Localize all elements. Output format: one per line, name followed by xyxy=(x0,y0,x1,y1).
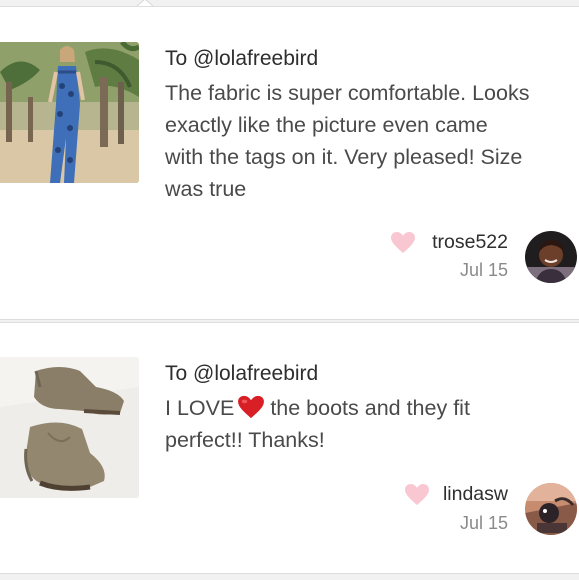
like-heart-icon[interactable] xyxy=(390,231,416,254)
comment-line: with the tags on it. Very pleased! Size xyxy=(165,145,523,169)
review-card: To @lolafreebird I LOVE the boots and the… xyxy=(0,322,579,574)
review-comment: The fabric is super comfortable. Looks e… xyxy=(165,77,577,205)
like-heart-icon[interactable] xyxy=(404,483,430,506)
listing-thumbnail[interactable] xyxy=(0,42,139,183)
recipient-line[interactable]: To @lolafreebird xyxy=(165,47,318,71)
reviewer-username[interactable]: lindasw xyxy=(443,483,508,506)
comment-line: was true xyxy=(165,177,247,201)
comment-line: perfect!! Thanks! xyxy=(165,428,325,452)
listing-thumbnail[interactable] xyxy=(0,357,139,498)
comment-text: the boots and they fit xyxy=(270,396,470,420)
model-jumpsuit-photo xyxy=(0,42,139,183)
review-card: To @lolafreebird The fabric is super com… xyxy=(0,6,579,320)
comment-line: I LOVE the boots and they fit xyxy=(165,392,577,424)
recipient-line[interactable]: To @lolafreebird xyxy=(165,362,318,386)
review-comment: I LOVE the boots and they fit perfect!! T… xyxy=(165,392,577,456)
user-avatar[interactable] xyxy=(525,483,577,535)
user-avatar-photo xyxy=(525,483,577,535)
review-date: Jul 15 xyxy=(459,260,508,280)
red-heart-emoji-icon xyxy=(238,395,265,419)
comment-line: The fabric is super comfortable. Looks xyxy=(165,81,530,105)
user-avatar[interactable] xyxy=(525,231,577,283)
comment-text: I LOVE xyxy=(165,396,235,420)
review-date: Jul 15 xyxy=(459,513,508,533)
reviewer-username[interactable]: trose522 xyxy=(432,231,508,254)
user-avatar-photo xyxy=(525,231,577,283)
comment-line: exactly like the picture even came xyxy=(165,113,488,137)
suede-boots-photo xyxy=(0,357,139,498)
